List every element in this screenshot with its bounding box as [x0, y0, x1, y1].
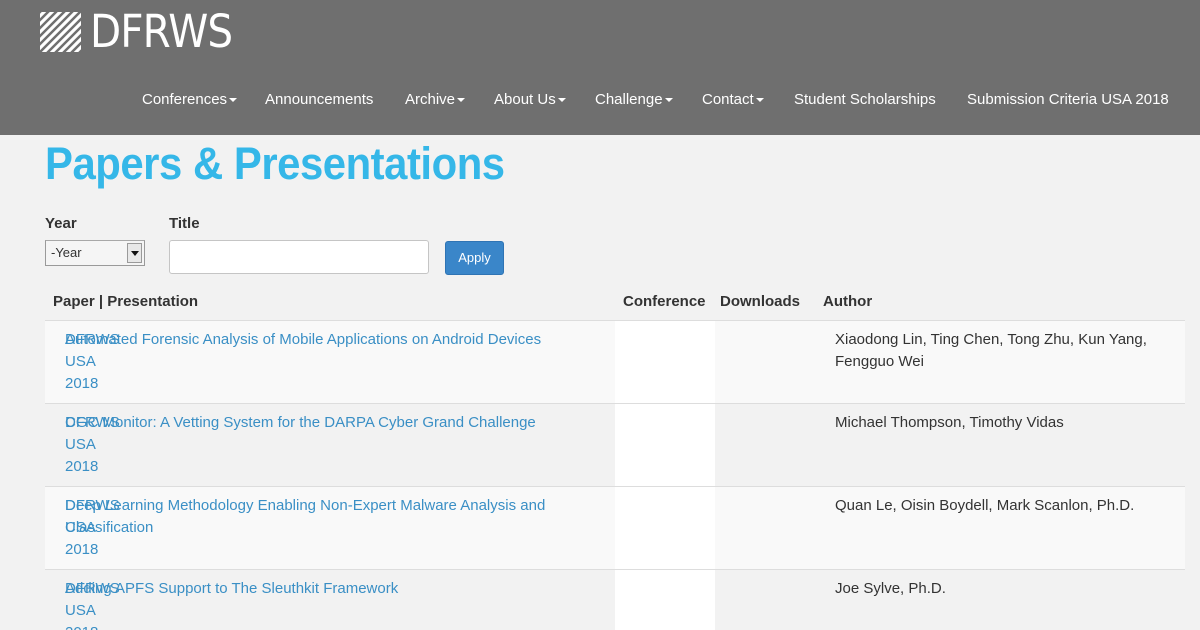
- conference-link[interactable]: DFRWS USA 2018: [65, 412, 125, 478]
- conference-year: 2018: [65, 622, 125, 630]
- conference-cell: [615, 321, 715, 403]
- caret-down-icon: [755, 97, 764, 102]
- year-filter-label: Year: [45, 215, 77, 232]
- author-list: Quan Le, Oisin Boydell, Mark Scanlon, Ph…: [835, 497, 1135, 514]
- nav-label: Student Scholarships: [794, 91, 936, 108]
- column-header-paper: Paper | Presentation: [53, 293, 199, 310]
- conference-year: 2018: [65, 375, 99, 392]
- paper-link[interactable]: CGC Monitor: A Vetting System for the DA…: [65, 412, 585, 434]
- author-list: Michael Thompson, Timothy Vidas: [835, 414, 1064, 431]
- nav-about-us[interactable]: About Us: [494, 90, 566, 110]
- nav-label: Submission Criteria USA 2018: [967, 91, 1169, 108]
- nav-label: Contact: [702, 91, 754, 108]
- nav-announcements[interactable]: Announcements: [265, 90, 373, 110]
- conference-name: DFRWS: [65, 414, 120, 431]
- paper-link[interactable]: Automated Forensic Analysis of Mobile Ap…: [65, 329, 585, 351]
- author-list: Joe Sylve, Ph.D.: [835, 580, 946, 597]
- conference-link[interactable]: DFRWS USA 2018: [65, 495, 125, 561]
- logo-stripes-icon: [40, 12, 81, 52]
- conference-year: 2018: [65, 458, 99, 475]
- nav-conferences[interactable]: Conferences: [142, 90, 238, 110]
- caret-down-icon: [557, 97, 566, 102]
- conference-cell: [615, 404, 715, 486]
- nav-challenge[interactable]: Challenge: [595, 90, 673, 110]
- papers-table: Paper | Presentation Conference Download…: [45, 283, 1185, 630]
- conference-name: DFRWS: [65, 331, 120, 348]
- nav-label: Conferences: [142, 91, 228, 108]
- nav-submission-criteria[interactable]: Submission Criteria USA 2018: [967, 90, 1169, 110]
- conference-region: USA: [65, 436, 96, 453]
- paper-link[interactable]: Adding APFS Support to The Sleuthkit Fra…: [65, 578, 585, 600]
- year-select-value: -Year: [51, 245, 82, 260]
- nav-label: About Us: [494, 91, 556, 108]
- site-logo[interactable]: DFRWS: [40, 5, 248, 58]
- conference-link[interactable]: DFRWS USA 2018: [65, 578, 125, 630]
- conference-name: DFRWS: [65, 580, 120, 597]
- caret-down-icon: [664, 97, 673, 102]
- nav-contact[interactable]: Contact: [702, 90, 764, 110]
- conference-region: USA: [65, 353, 96, 370]
- nav-label: Archive: [405, 91, 456, 108]
- table-row: Automated Forensic Analysis of Mobile Ap…: [45, 321, 1185, 404]
- site-header: DFRWS Conferences Announcements Archive …: [0, 0, 1200, 135]
- column-header-author: Author: [823, 293, 873, 310]
- nav-student-scholarships[interactable]: Student Scholarships: [794, 90, 936, 110]
- caret-down-icon: [457, 97, 466, 102]
- conference-link[interactable]: DFRWS USA 2018: [65, 329, 125, 395]
- conference-name: DFRWS: [65, 497, 120, 514]
- conference-cell: [615, 570, 715, 630]
- table-row: Adding APFS Support to The Sleuthkit Fra…: [45, 570, 1185, 630]
- author-list: Xiaodong Lin, Ting Chen, Tong Zhu, Kun Y…: [835, 331, 1147, 370]
- site-name: DFRWS: [90, 5, 233, 58]
- caret-down-icon: [229, 97, 238, 102]
- chevron-down-icon: [131, 251, 139, 256]
- column-header-downloads: Downloads: [720, 293, 801, 310]
- column-header-conference: Conference: [623, 293, 706, 310]
- main-nav: Conferences Announcements Archive About …: [0, 90, 1200, 110]
- nav-archive[interactable]: Archive: [405, 90, 466, 110]
- nav-label: Announcements: [265, 91, 374, 108]
- title-search-input[interactable]: [169, 240, 429, 274]
- paper-link[interactable]: Deep Learning Methodology Enabling Non-E…: [65, 495, 585, 539]
- table-header: Paper | Presentation Conference Download…: [45, 283, 1185, 321]
- table-row: Deep Learning Methodology Enabling Non-E…: [45, 487, 1185, 570]
- nav-label: Challenge: [595, 91, 663, 108]
- year-select[interactable]: -Year: [45, 240, 145, 266]
- table-row: CGC Monitor: A Vetting System for the DA…: [45, 404, 1185, 487]
- apply-button[interactable]: Apply: [445, 241, 504, 275]
- page-title: Papers & Presentations: [45, 138, 505, 189]
- conference-region: USA: [65, 519, 96, 536]
- title-filter-label: Title: [169, 215, 200, 232]
- select-dropdown-button[interactable]: [127, 243, 142, 263]
- conference-region: USA: [65, 602, 96, 619]
- conference-cell: [615, 487, 715, 569]
- conference-year: 2018: [65, 541, 99, 558]
